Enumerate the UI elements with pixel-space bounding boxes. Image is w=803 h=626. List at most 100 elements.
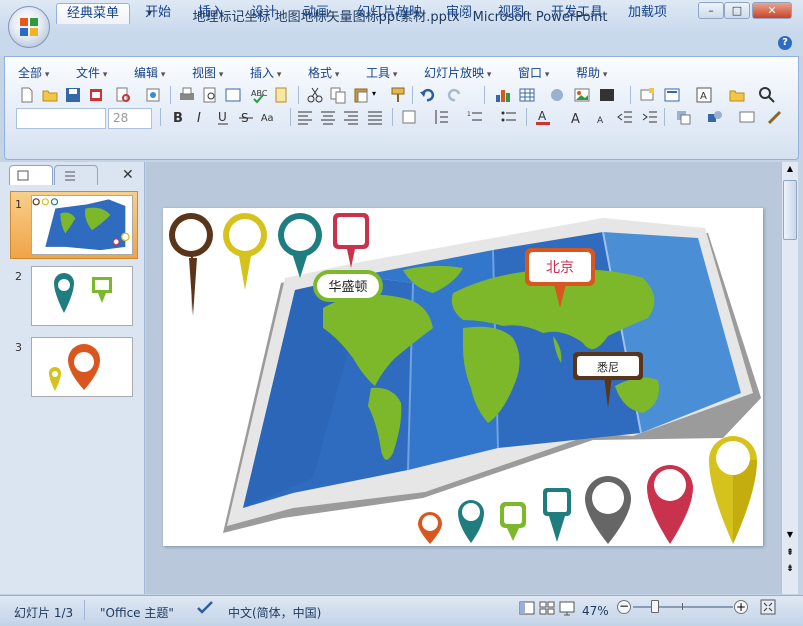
align-right-icon[interactable] [342, 108, 360, 126]
print-preview-icon[interactable] [114, 86, 132, 104]
textbox-icon[interactable] [598, 86, 616, 104]
shrink-font-icon[interactable]: A [592, 108, 610, 126]
preview-icon[interactable] [201, 86, 219, 104]
numbering-icon[interactable]: 1 [466, 108, 484, 126]
clipart-icon[interactable] [548, 86, 566, 104]
copy-icon[interactable] [329, 86, 347, 104]
bullets-icon[interactable] [500, 108, 518, 126]
vertical-scrollbar[interactable]: ▲ ▼ ⇞ ⇟ [781, 162, 798, 594]
menu-format[interactable]: 格式 [308, 64, 339, 81]
paste-dropdown-icon[interactable]: ▾ [372, 89, 376, 98]
italic-icon[interactable]: I [191, 108, 209, 126]
underline-icon[interactable]: U [214, 108, 232, 126]
slideshow-view-icon[interactable] [558, 600, 576, 616]
slide-thumbnail-2[interactable] [31, 266, 133, 326]
zoom-level[interactable]: 47% [582, 604, 609, 618]
tab-outline[interactable] [54, 165, 98, 185]
help-icon[interactable]: ? [778, 36, 792, 50]
increase-indent-icon[interactable] [641, 108, 659, 126]
research-icon[interactable] [273, 86, 291, 104]
previous-slide-icon[interactable]: ⇞ [783, 548, 797, 562]
text-box-a-icon[interactable]: A [695, 86, 713, 104]
decrease-indent-icon[interactable] [616, 108, 634, 126]
menu-window[interactable]: 窗口 [518, 64, 549, 81]
language-indicator[interactable]: 中文(简体，中国) [228, 604, 321, 621]
undo-toolbar-icon[interactable] [418, 86, 436, 104]
tab-slides[interactable] [9, 165, 53, 185]
tab-slideshow[interactable]: 幻灯片放映 [347, 3, 432, 24]
menu-all[interactable]: 全部 [18, 64, 49, 81]
print-icon[interactable] [178, 86, 196, 104]
new-file-icon[interactable] [18, 86, 36, 104]
tab-home[interactable]: 开始 [135, 3, 181, 24]
strikethrough-icon[interactable]: S [237, 108, 255, 126]
new-slide-icon[interactable] [638, 86, 656, 104]
align-left-icon[interactable] [296, 108, 314, 126]
zoom-out-icon[interactable]: − [617, 600, 631, 614]
panel-close-icon[interactable]: ✕ [122, 167, 134, 183]
folder-icon[interactable] [728, 86, 746, 104]
scroll-up-icon[interactable]: ▲ [783, 164, 797, 178]
minimize-button[interactable]: – [698, 2, 724, 19]
tab-addins[interactable]: 加载项 [618, 3, 677, 24]
line-spacing-icon[interactable] [432, 108, 450, 126]
menu-edit[interactable]: 编辑 [134, 64, 165, 81]
close-button[interactable]: ✕ [752, 2, 792, 19]
slide-canvas[interactable]: 华盛顿 北京 悉尼 [163, 208, 763, 546]
insert-table-icon[interactable] [518, 86, 536, 104]
maximize-button[interactable]: □ [724, 2, 750, 19]
redo-toolbar-icon[interactable] [446, 86, 464, 104]
menu-view[interactable]: 视图 [192, 64, 223, 81]
tab-animation[interactable]: 动画 [293, 3, 339, 24]
insert-chart-icon[interactable] [494, 86, 512, 104]
slide-thumbnail-1[interactable] [31, 195, 133, 255]
spell-check-status-icon[interactable] [196, 600, 214, 616]
open-folder-icon[interactable] [41, 86, 59, 104]
tab-view[interactable]: 视图 [488, 3, 534, 24]
theme-name[interactable]: "Office 主题" [100, 604, 174, 621]
office-button[interactable] [8, 6, 50, 48]
font-color-icon[interactable]: A [534, 108, 552, 126]
menu-insert[interactable]: 插入 [250, 64, 281, 81]
font-name-select[interactable] [16, 108, 106, 129]
cut-icon[interactable] [306, 86, 324, 104]
tab-review[interactable]: 审阅 [436, 3, 482, 24]
text-direction-icon[interactable] [400, 108, 418, 126]
menu-tools[interactable]: 工具 [366, 64, 397, 81]
tab-developer[interactable]: 开发工具 [541, 3, 613, 24]
slide-thumbnail-3[interactable] [31, 337, 133, 397]
publish-icon[interactable] [144, 86, 162, 104]
slide-sorter-view-icon[interactable] [538, 600, 556, 616]
align-center-icon[interactable] [319, 108, 337, 126]
scroll-thumb[interactable] [783, 180, 797, 240]
scroll-down-icon[interactable]: ▼ [783, 530, 797, 544]
font-size-select[interactable]: 28 [108, 108, 152, 129]
zoom-slider-thumb[interactable] [651, 600, 659, 613]
permission-icon[interactable] [87, 86, 105, 104]
picture-icon[interactable] [573, 86, 591, 104]
tab-design[interactable]: 设计 [241, 3, 287, 24]
layout-icon[interactable] [663, 86, 681, 104]
normal-view-icon[interactable] [518, 600, 536, 616]
zoom-in-icon[interactable]: + [734, 600, 748, 614]
fit-to-window-icon[interactable] [760, 599, 776, 615]
menu-file[interactable]: 文件 [76, 64, 107, 81]
tab-classic-menu[interactable]: 经典菜单 [56, 3, 131, 24]
shapes-icon[interactable] [706, 108, 724, 126]
arrange-icon[interactable] [674, 108, 692, 126]
change-case-icon[interactable]: Aa [260, 108, 278, 126]
save-file-icon[interactable] [64, 86, 82, 104]
format-painter-icon[interactable] [389, 86, 407, 104]
zoom-slider-track[interactable] [633, 606, 733, 608]
bold-icon[interactable]: B [168, 108, 186, 126]
justify-icon[interactable] [366, 108, 384, 126]
menu-help[interactable]: 帮助 [576, 64, 607, 81]
find-icon[interactable] [758, 86, 776, 104]
slide-layout-icon[interactable] [224, 86, 242, 104]
shape-outline-icon[interactable] [766, 108, 784, 126]
shape-fill-icon[interactable] [738, 108, 756, 126]
grow-font-icon[interactable]: A [568, 108, 586, 126]
paste-icon[interactable] [352, 86, 370, 104]
menu-slideshow[interactable]: 幻灯片放映 [424, 64, 491, 81]
tab-insert[interactable]: 插入 [188, 3, 234, 24]
